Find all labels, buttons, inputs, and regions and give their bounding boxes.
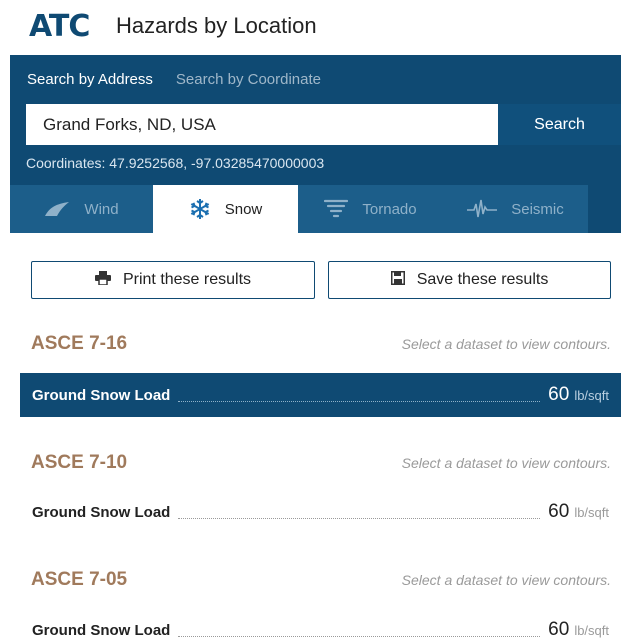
search-mode-tabs: Search by Address Search by Coordinate (27, 71, 321, 88)
dotted-leader (178, 400, 541, 402)
search-panel: Search by Address Search by Coordinate S… (10, 55, 621, 185)
print-results-label: Print these results (122, 271, 252, 288)
address-search-input[interactable] (26, 104, 498, 145)
tab-search-by-coordinate[interactable]: Search by Coordinate (176, 71, 321, 88)
standard-title: ASCE 7-05 (31, 569, 128, 590)
save-results-label: Save these results (416, 271, 549, 288)
seismic-icon (467, 198, 498, 220)
result-unit: lb/sqft (574, 504, 609, 520)
hazard-tabs: Wind Snow Tornado Seismic (10, 185, 621, 233)
contour-hint: Select a dataset to view contours. (401, 572, 611, 588)
atc-logo[interactable]: ATC (29, 8, 90, 44)
tab-search-by-address[interactable]: Search by Address (27, 71, 153, 88)
tab-snow[interactable]: Snow (153, 185, 298, 233)
result-label: Ground Snow Load (32, 503, 171, 521)
snowflake-icon (189, 198, 211, 220)
tab-seismic-label: Seismic (511, 200, 564, 218)
dotted-leader (178, 635, 541, 637)
standard-title: ASCE 7-16 (31, 333, 128, 354)
logo-text: ATC (29, 8, 90, 44)
result-label: Ground Snow Load (32, 621, 171, 639)
contour-hint: Select a dataset to view contours. (401, 455, 611, 471)
standard-header-asce-7-16: ASCE 7-16 Select a dataset to view conto… (31, 333, 611, 355)
standard-header-asce-7-10: ASCE 7-10 Select a dataset to view conto… (31, 452, 611, 474)
dotted-leader (178, 517, 541, 519)
tornado-icon (324, 198, 349, 220)
page-title: Hazards by Location (116, 13, 317, 38)
tab-tornado-label: Tornado (362, 200, 417, 218)
printer-icon (94, 270, 111, 290)
result-row-asce-7-10-ground-snow-load[interactable]: Ground Snow Load 60 lb/sqft (20, 490, 621, 534)
standard-header-asce-7-05: ASCE 7-05 Select a dataset to view conto… (31, 569, 611, 591)
app-header: ATC Hazards by Location (0, 0, 621, 55)
print-results-button[interactable]: Print these results (31, 261, 315, 299)
result-label: Ground Snow Load (32, 386, 171, 404)
result-unit: lb/sqft (574, 622, 609, 638)
tab-wind-label: Wind (84, 200, 119, 218)
search-button[interactable]: Search (498, 104, 621, 145)
result-value: 60 (548, 619, 570, 639)
tab-tornado[interactable]: Tornado (298, 185, 443, 233)
result-row-asce-7-16-ground-snow-load[interactable]: Ground Snow Load 60 lb/sqft (20, 373, 621, 417)
result-value: 60 (548, 501, 570, 522)
result-row-asce-7-05-ground-snow-load[interactable]: Ground Snow Load 60 lb/sqft (20, 608, 621, 639)
tab-seismic[interactable]: Seismic (443, 185, 588, 233)
result-unit: lb/sqft (574, 387, 609, 403)
coordinates-readout: Coordinates: 47.9252568, -97.03285470000… (26, 155, 325, 171)
result-value: 60 (548, 384, 570, 405)
tab-wind[interactable]: Wind (10, 185, 153, 233)
wind-icon (44, 201, 70, 217)
contour-hint: Select a dataset to view contours. (401, 336, 611, 352)
tab-snow-label: Snow (224, 200, 263, 218)
standard-title: ASCE 7-10 (31, 452, 128, 473)
floppy-disk-icon (390, 270, 405, 290)
save-results-button[interactable]: Save these results (328, 261, 611, 299)
